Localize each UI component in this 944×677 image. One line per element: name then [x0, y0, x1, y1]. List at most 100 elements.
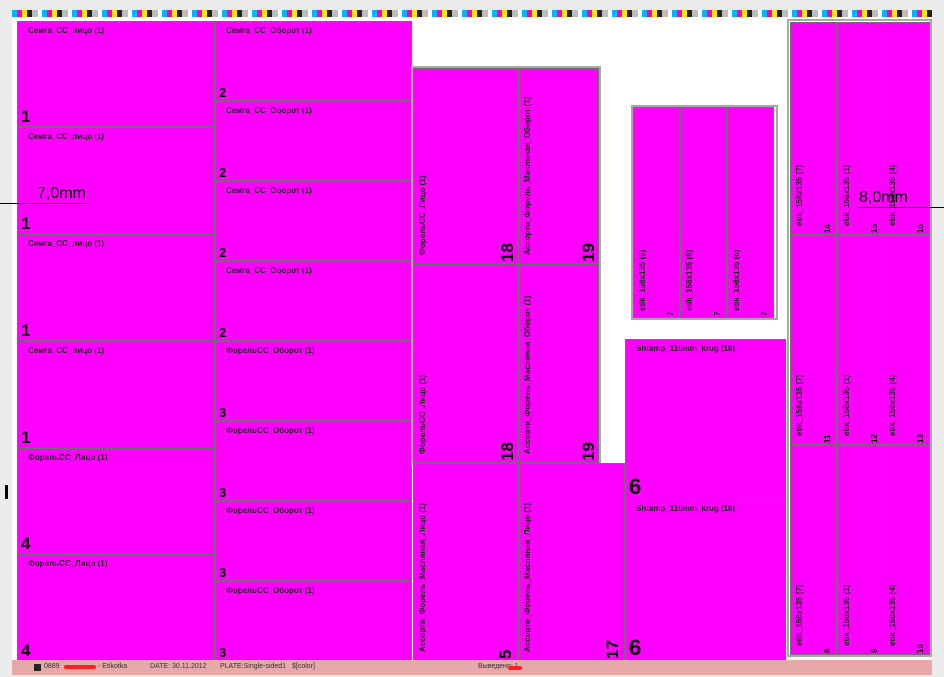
label-name: etik_158x135 (1) — [842, 374, 851, 436]
label-number: 2 — [219, 85, 227, 100]
label-number: 2 — [219, 245, 227, 260]
label-name: etik_158x135 (1) — [842, 164, 851, 226]
label-name: etik_158x135 (6) — [638, 249, 647, 311]
plate-text: PLATE:Single-sided1 — [220, 663, 287, 670]
label-number: 19 — [579, 243, 598, 262]
label-cell: ФорельСС_Оборот (1) 3 — [215, 581, 412, 661]
label-number: 8 — [823, 648, 832, 653]
label-cell: ФорельСС_Лицо (1) 4 — [17, 554, 215, 661]
label-cell: ФорельСС_Оборот (1) 3 — [215, 421, 412, 501]
label-name: etik_158x135 (6) — [685, 249, 694, 311]
label-cell: ФорельСС_Оборот (1) 3 — [215, 341, 412, 421]
label-number: 17 — [603, 640, 622, 659]
label-name: Ассорти_Форель_Масляная_Оборот (1) — [523, 96, 532, 255]
label-cell: Семга_СС_Оборот (1) 2 — [215, 21, 412, 101]
label-cell: etik_158x135 (6) 7 — [680, 107, 727, 318]
label-number: 6 — [629, 635, 642, 660]
label-cell: Семга_СС_лицо (1) 1 — [17, 234, 215, 341]
label-cell: Ассорти_Форель_Масляная_Лицо (1) 17 — [518, 463, 625, 661]
label-number: 3 — [219, 565, 227, 580]
label-number: 1 — [21, 321, 31, 340]
label-name: etik_158x135 (6) — [732, 249, 741, 311]
label-name: Семга_СС_лицо (1) — [28, 132, 105, 141]
label-number: 6 — [629, 474, 642, 499]
label-name: Семга_СС_Оборот (1) — [226, 266, 312, 275]
plate-info-bar: 0889 - Etikotka DATE: 30.11.2012 PLATE:S… — [12, 660, 932, 675]
job-number: 0889 — [44, 663, 60, 670]
label-cell: ФорельСС_Лицо (1) 4 — [17, 448, 215, 554]
label-name: ФорельСС_Лицо (1) — [28, 453, 108, 462]
label-number: 7 — [713, 311, 722, 316]
label-number: 18 — [498, 243, 517, 262]
label-name: etik_158x135 (1) — [842, 584, 851, 646]
label-number: 19 — [579, 442, 598, 461]
label-number: 1 — [21, 107, 31, 126]
label-cell: etik_158x135 (6) 7 — [727, 107, 774, 318]
label-name: Ассорти_Форель_Масляная_Оборот (1) — [523, 295, 532, 454]
label-cell: Семга_СС_лицо (1) 1 — [17, 21, 215, 127]
label-number: 5 — [496, 649, 515, 659]
label-number: 3 — [219, 405, 227, 420]
color-text: $[color] — [292, 663, 315, 670]
label-cell: Семга_СС_лицо (1) 1 — [17, 341, 215, 448]
label-cell: Ассорти_Форель_Масляная_Лицо (1) 5 — [413, 463, 518, 661]
label-name: Семга_СС_Оборот (1) — [226, 186, 312, 195]
label-cell: ФорельСС_Лицо (1) 18 — [413, 264, 518, 463]
label-number: 15 — [870, 224, 879, 233]
label-cell: Семга_СС_лицо (1) 1 — [17, 127, 215, 234]
right-dimension-line — [858, 207, 944, 208]
label-number: 3 — [219, 645, 227, 660]
label-cell: etik_158x135 (4) 10 — [883, 445, 930, 655]
color-control-strip — [12, 10, 932, 17]
label-number: 2 — [219, 325, 227, 340]
date-text: DATE: 30.11.2012 — [150, 663, 207, 670]
label-name: ФорельСС_Лицо (1) — [418, 374, 427, 454]
label-cell: etik_158x135 (4) 13 — [883, 235, 930, 445]
label-number: 11 — [823, 434, 832, 443]
label-name: etik_158x135 (7) — [795, 374, 804, 436]
label-cell: etik_158x135 (1) 9 — [837, 445, 884, 655]
label-name: etik_158x135 (4) — [888, 374, 897, 436]
label-number: 18 — [498, 442, 517, 461]
label-number: 9 — [870, 648, 879, 653]
left-dimension-line — [0, 203, 88, 204]
label-name: ФорельСС_Лицо (1) — [418, 175, 427, 255]
label-name: etik_158x135 (7) — [795, 164, 804, 226]
label-name: Ассорти_Форель_Масляная_Лицо (1) — [523, 502, 532, 652]
label-name: Семга_СС_Оборот (1) — [226, 26, 312, 35]
label-number: 4 — [21, 534, 31, 553]
label-cell: Shtamp_110mm_krug (18) 6 — [625, 499, 786, 661]
product-name: - Etikotka — [98, 663, 128, 670]
label-cell: Shtamp_110mm_krug (18) 6 — [625, 339, 786, 500]
label-number: 1 — [21, 214, 31, 233]
registration-swatch — [34, 664, 41, 671]
label-name: Ассорти_Форель_Масляная_Лицо (1) — [418, 502, 427, 652]
redacted-mark — [64, 665, 96, 669]
label-name: etik_158x135 (4) — [888, 584, 897, 646]
label-name: Семга_СС_лицо (1) — [28, 26, 105, 35]
label-cell: Семга_СС_Оборот (1) 2 — [215, 261, 412, 341]
label-cell: Семга_СС_Оборот (1) 2 — [215, 181, 412, 261]
label-name: Семга_СС_лицо (1) — [28, 346, 105, 355]
label-number: 10 — [916, 644, 925, 653]
label-name: etik_158x135 (7) — [795, 584, 804, 646]
label-number: 14 — [823, 224, 832, 233]
label-name: Shtamp_110mm_krug (18) — [636, 344, 736, 353]
label-number: 16 — [916, 224, 925, 233]
label-cell: ФорельСС_Лицо (1) 18 — [413, 68, 518, 264]
label-number: 2 — [219, 165, 227, 180]
label-cell: etik_158x135 (7) 8 — [790, 445, 837, 655]
label-number: 13 — [916, 434, 925, 443]
label-cell: Ассорти_Форель_Масляная_Оборот (1) 19 — [518, 68, 599, 264]
label-number: 7 — [666, 311, 675, 316]
right-margin-dimension: 8,0mm — [859, 189, 908, 206]
label-name: ФорельСС_Оборот (1) — [226, 426, 315, 435]
label-name: Семга_СС_Оборот (1) — [226, 106, 312, 115]
crop-mark — [5, 485, 8, 499]
label-name: ФорельСС_Лицо (1) — [28, 559, 108, 568]
redacted-mark — [508, 666, 522, 670]
label-name: ФорельСС_Оборот (1) — [226, 586, 315, 595]
label-name: ФорельСС_Оборот (1) — [226, 506, 315, 515]
label-cell: Ассорти_Форель_Масляная_Оборот (1) 19 — [518, 264, 599, 463]
label-cell: Семга_СС_Оборот (1) 2 — [215, 101, 412, 181]
